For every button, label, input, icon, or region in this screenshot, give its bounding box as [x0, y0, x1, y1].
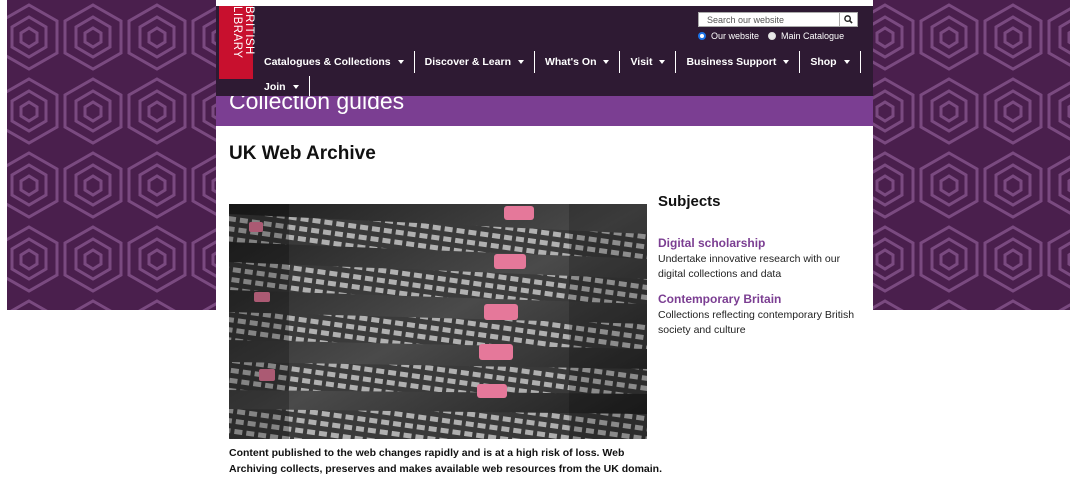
logo-line-british: BRITISH: [243, 6, 255, 55]
subjects-sidebar: Subjects Digital scholarship Undertake i…: [658, 193, 858, 338]
nav-label: Join: [264, 81, 286, 93]
hero-image-servers: [229, 204, 647, 439]
section-banner: Collection guides: [216, 96, 873, 126]
nav-label: Discover & Learn: [424, 56, 511, 68]
caret-down-icon: [292, 85, 299, 89]
caret-down-icon: [603, 60, 610, 64]
nav-visit[interactable]: Visit: [620, 51, 677, 73]
nav-label: Visit: [630, 56, 653, 68]
nav-business-support[interactable]: Business Support: [676, 51, 801, 73]
radio-our-website[interactable]: Our website: [698, 31, 759, 41]
top-navigation: BRITISH LIBRARY Our website Main Catalog…: [216, 6, 873, 98]
search-input[interactable]: [699, 13, 840, 26]
caret-down-icon: [783, 60, 790, 64]
logo-text: BRITISH LIBRARY: [231, 6, 255, 59]
subjects-heading: Subjects: [658, 193, 721, 210]
page-description: Content published to the web changes rap…: [229, 447, 663, 475]
nav-label: Shop: [810, 56, 837, 68]
page-title: UK Web Archive: [229, 143, 376, 164]
british-library-logo[interactable]: BRITISH LIBRARY: [219, 6, 255, 79]
page-container: BRITISH LIBRARY Our website Main Catalog…: [216, 0, 873, 492]
section-title: Collection guides: [229, 96, 405, 114]
caret-down-icon: [517, 60, 524, 64]
nav-whats-on[interactable]: What's On: [535, 51, 621, 73]
radio-label: Main Catalogue: [781, 31, 845, 41]
radio-checked-icon: [698, 32, 706, 40]
radio-label: Our website: [711, 31, 760, 41]
nav-discover-learn[interactable]: Discover & Learn: [415, 51, 535, 73]
nav-label: Business Support: [686, 56, 777, 68]
caret-down-icon: [659, 60, 666, 64]
subject-digital-scholarship: Digital scholarship Undertake innovative…: [658, 236, 858, 282]
search-box: [698, 12, 858, 27]
nav-label: Catalogues & Collections: [264, 56, 391, 68]
nav-catalogues-collections[interactable]: Catalogues & Collections: [256, 51, 415, 73]
subject-description: Collections reflecting contemporary Brit…: [658, 309, 855, 336]
main-menu: Catalogues & Collections Discover & Lear…: [256, 51, 861, 73]
subject-contemporary-britain: Contemporary Britain Collections reflect…: [658, 292, 858, 338]
logo-line-library: LIBRARY: [231, 6, 243, 59]
background-pattern-left: [7, 0, 216, 310]
caret-down-icon: [843, 60, 850, 64]
search-icon: [844, 15, 853, 24]
subject-link-digital-scholarship[interactable]: Digital scholarship: [658, 236, 858, 250]
caret-down-icon: [397, 60, 404, 64]
radio-unchecked-icon: [768, 32, 777, 40]
main-menu-row-2: Join: [256, 76, 310, 98]
subject-description: Undertake innovative research with our d…: [658, 253, 841, 280]
nav-join[interactable]: Join: [256, 76, 310, 98]
search-button[interactable]: [839, 13, 857, 26]
background-pattern-right: [873, 0, 1070, 310]
nav-label: What's On: [544, 56, 597, 68]
subject-link-contemporary-britain[interactable]: Contemporary Britain: [658, 292, 858, 306]
nav-shop[interactable]: Shop: [800, 51, 861, 73]
radio-main-catalogue[interactable]: Main Catalogue: [768, 31, 844, 41]
search-scope: Our website Main Catalogue: [698, 30, 848, 42]
